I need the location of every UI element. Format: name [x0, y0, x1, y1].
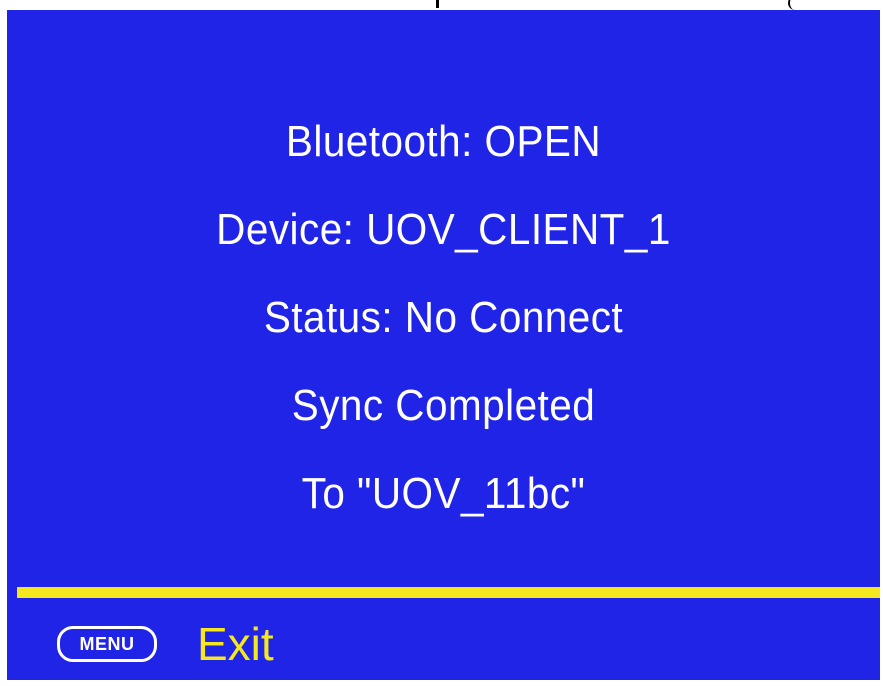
footer-bar: MENU Exit	[7, 610, 880, 680]
device-name: Device: UOV_CLIENT_1	[216, 205, 671, 254]
sync-target: To "UOV_11bc"	[301, 469, 586, 518]
bluetooth-state: Bluetooth: OPEN	[285, 117, 602, 166]
bluetooth-info-panel: Bluetooth: OPEN Device: UOV_CLIENT_1 Sta…	[7, 10, 880, 680]
connection-status: Status: No Connect	[263, 293, 624, 342]
info-lines: Bluetooth: OPEN Device: UOV_CLIENT_1 Sta…	[7, 98, 880, 538]
sync-status: Sync Completed	[291, 381, 596, 430]
menu-key-label: MENU	[79, 633, 135, 654]
top-edge-curve	[788, 0, 802, 10]
menu-key-icon[interactable]: MENU	[57, 626, 157, 662]
exit-button[interactable]: Exit	[197, 614, 274, 674]
top-edge-mark	[436, 0, 439, 8]
device-screen: Bluetooth: OPEN Device: UOV_CLIENT_1 Sta…	[0, 0, 883, 686]
top-edge	[0, 0, 883, 10]
footer-divider	[17, 587, 880, 598]
